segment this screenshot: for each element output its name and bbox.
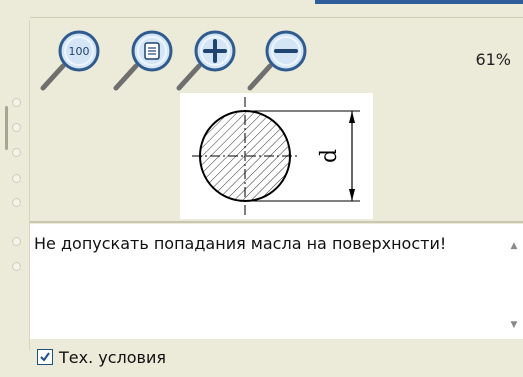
zoom-out-button[interactable]: [244, 28, 314, 92]
zoom-fit-button[interactable]: [110, 28, 180, 92]
gutter-dot: [12, 123, 21, 132]
tab-accent-bar: [315, 0, 523, 4]
note-text: Не допускать попадания масла на поверхно…: [34, 234, 447, 253]
gutter-dot: [12, 262, 21, 271]
pane-separator[interactable]: [30, 221, 523, 223]
splitter-handle[interactable]: [5, 106, 8, 150]
zoom-in-button[interactable]: [173, 28, 243, 92]
zoom-in-icon: [176, 30, 236, 91]
check-icon: [40, 352, 50, 362]
zoom-100-label: 100: [69, 45, 90, 58]
top-strip: [0, 0, 523, 20]
top-divider: [30, 17, 523, 18]
gutter-dot: [12, 148, 21, 157]
dimension-label: d: [317, 149, 342, 163]
gutter-dot: [12, 174, 21, 183]
fit-page-icon: [113, 30, 173, 91]
tech-conditions-checkbox[interactable]: [37, 349, 53, 365]
scroll-down-button[interactable]: ▼: [508, 319, 520, 331]
note-textarea[interactable]: Не допускать попадания масла на поверхно…: [30, 224, 523, 339]
scroll-up-button[interactable]: ▲: [508, 240, 520, 252]
gutter-dot: [12, 198, 21, 207]
zoom-percent: 61%: [475, 50, 511, 69]
tech-conditions-label: Тех. условия: [59, 347, 166, 367]
zoom-out-icon: [247, 30, 307, 91]
gutter-dot: [12, 237, 21, 246]
tech-conditions-toggle[interactable]: Тех. условия: [37, 345, 166, 369]
zoom-100-icon: 100: [40, 30, 100, 91]
gutter-dot: [12, 98, 21, 107]
drawing-preview[interactable]: d: [180, 93, 373, 219]
zoom-100-button[interactable]: 100: [37, 28, 107, 92]
section-drawing: d: [192, 97, 360, 215]
